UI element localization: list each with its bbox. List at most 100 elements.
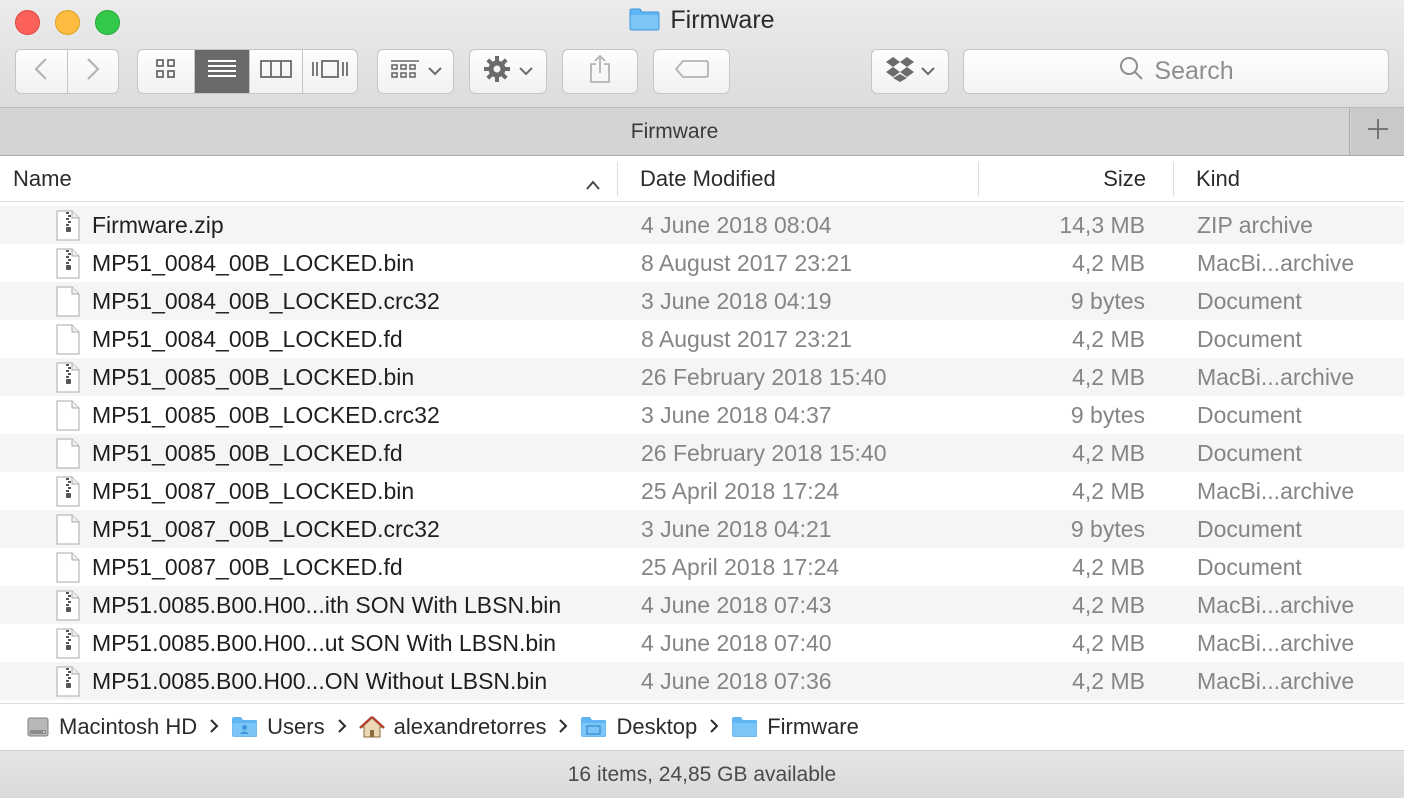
search-icon bbox=[1118, 55, 1154, 88]
status-bar: 16 items, 24,85 GB available bbox=[0, 751, 1404, 798]
file-row[interactable]: MP51_0085_00B_LOCKED.crc32 3 June 2018 04… bbox=[0, 396, 1404, 434]
finder-window: Firmware Search Firmware Name Date Modif… bbox=[0, 0, 1404, 798]
tag-button[interactable] bbox=[653, 49, 730, 94]
dropbox-icon bbox=[885, 56, 915, 87]
path-item-label: alexandretorres bbox=[393, 714, 547, 739]
zip-file-icon bbox=[56, 666, 80, 708]
file-kind: MacBi...archive bbox=[1197, 364, 1355, 390]
share-icon bbox=[588, 54, 612, 89]
path-item-firmware[interactable]: Firmware bbox=[731, 714, 859, 740]
chevron-down-icon bbox=[519, 63, 533, 81]
file-kind: Document bbox=[1197, 402, 1302, 428]
file-name: MP51_0085_00B_LOCKED.bin bbox=[92, 364, 415, 390]
share-button[interactable] bbox=[562, 49, 638, 94]
action-button[interactable] bbox=[469, 49, 547, 94]
file-name: MP51.0085.B00.H00...ON Without LBSN.bin bbox=[92, 668, 548, 694]
file-size: 9 bytes bbox=[1070, 402, 1145, 428]
chevron-right-icon bbox=[337, 716, 347, 739]
file-kind: Document bbox=[1197, 288, 1302, 314]
path-item-macintosh-hd[interactable]: Macintosh HD bbox=[26, 714, 197, 740]
file-row[interactable]: MP51_0084_00B_LOCKED.fd 8 August 2017 23:… bbox=[0, 320, 1404, 358]
file-row[interactable]: MP51_0084_00B_LOCKED.bin 8 August 2017 23… bbox=[0, 244, 1404, 282]
tag-icon bbox=[674, 59, 710, 84]
file-kind: MacBi...archive bbox=[1197, 478, 1355, 504]
column-divider bbox=[617, 162, 618, 196]
file-size: 4,2 MB bbox=[1072, 554, 1145, 580]
file-list: Firmware.zip 4 June 2018 08:04 14,3 MB ZIP … bbox=[0, 206, 1404, 700]
file-row[interactable]: MP51_0084_00B_LOCKED.crc32 3 June 2018 04… bbox=[0, 282, 1404, 320]
file-row[interactable]: MP51.0085.B00.H00...ON Without LBSN.bin 4… bbox=[0, 662, 1404, 700]
cover-flow-button[interactable] bbox=[303, 50, 358, 93]
file-name: MP51_0087_00B_LOCKED.bin bbox=[92, 478, 415, 504]
file-size: 4,2 MB bbox=[1072, 592, 1145, 618]
file-kind: ZIP archive bbox=[1197, 212, 1313, 238]
file-size: 4,2 MB bbox=[1072, 478, 1145, 504]
file-size: 4,2 MB bbox=[1072, 630, 1145, 656]
tab-firmware[interactable]: Firmware bbox=[0, 108, 1350, 155]
path-bar: Macintosh HD Users alexandretorres Desktop F… bbox=[0, 703, 1404, 751]
file-date-modified: 26 February 2018 15:40 bbox=[641, 440, 887, 466]
column-header-size[interactable]: Size bbox=[1000, 156, 1146, 201]
column-header-name[interactable]: Name bbox=[13, 156, 72, 201]
file-date-modified: 4 June 2018 08:04 bbox=[641, 212, 832, 238]
path-item-label: Firmware bbox=[767, 714, 859, 739]
path-item-users[interactable]: Users bbox=[231, 714, 325, 740]
file-date-modified: 8 August 2017 23:21 bbox=[641, 326, 853, 352]
chevron-right-icon bbox=[709, 716, 719, 739]
file-row[interactable]: MP51_0087_00B_LOCKED.bin 25 April 2018 17… bbox=[0, 472, 1404, 510]
file-date-modified: 3 June 2018 04:21 bbox=[641, 516, 832, 542]
back-button[interactable] bbox=[16, 50, 68, 93]
file-name: MP51_0084_00B_LOCKED.bin bbox=[92, 250, 415, 276]
list-view-button[interactable] bbox=[195, 50, 250, 93]
group-by-button[interactable] bbox=[377, 49, 454, 94]
path-item-alexandretorres[interactable]: alexandretorres bbox=[358, 714, 547, 740]
toolbar: Firmware Search bbox=[0, 0, 1404, 108]
chevron-right-icon bbox=[209, 716, 219, 739]
search-field[interactable]: Search bbox=[963, 49, 1389, 94]
column-header-row: Name Date Modified Size Kind bbox=[0, 156, 1404, 202]
file-size: 4,2 MB bbox=[1072, 250, 1145, 276]
file-date-modified: 25 April 2018 17:24 bbox=[641, 554, 840, 580]
column-header-date-modified[interactable]: Date Modified bbox=[640, 156, 776, 201]
new-tab-button[interactable] bbox=[1351, 108, 1404, 155]
icon-view-button[interactable] bbox=[138, 50, 196, 93]
file-row[interactable]: MP51_0087_00B_LOCKED.fd 25 April 2018 17:… bbox=[0, 548, 1404, 586]
file-size: 4,2 MB bbox=[1072, 440, 1145, 466]
folder-icon bbox=[629, 7, 660, 38]
file-name: MP51_0084_00B_LOCKED.crc32 bbox=[92, 288, 440, 314]
file-row[interactable]: MP51_0085_00B_LOCKED.fd 26 February 2018 … bbox=[0, 434, 1404, 472]
path-item-label: Desktop bbox=[616, 714, 698, 739]
hard-drive-icon bbox=[26, 715, 50, 739]
file-date-modified: 4 June 2018 07:36 bbox=[641, 668, 832, 694]
tab-bar: Firmware bbox=[0, 108, 1404, 156]
file-row[interactable]: MP51.0085.B00.H00...ith SON With LBSN.bi… bbox=[0, 586, 1404, 624]
file-name: Firmware.zip bbox=[92, 212, 224, 238]
column-divider bbox=[978, 162, 979, 196]
window-title: Firmware bbox=[0, 6, 1404, 38]
back-icon bbox=[34, 57, 48, 86]
file-name: MP51.0085.B00.H00...ith SON With LBSN.bi… bbox=[92, 592, 562, 618]
file-size: 4,2 MB bbox=[1072, 668, 1145, 694]
file-date-modified: 25 April 2018 17:24 bbox=[641, 478, 840, 504]
dropbox-button[interactable] bbox=[871, 49, 949, 94]
sort-ascending-icon bbox=[585, 171, 601, 197]
column-header-kind[interactable]: Kind bbox=[1196, 156, 1240, 201]
file-kind: Document bbox=[1197, 326, 1302, 352]
column-divider bbox=[1173, 162, 1174, 196]
file-kind: MacBi...archive bbox=[1197, 250, 1355, 276]
path-item-desktop[interactable]: Desktop bbox=[580, 714, 697, 740]
file-kind: MacBi...archive bbox=[1197, 630, 1355, 656]
forward-button[interactable] bbox=[68, 50, 119, 93]
file-row[interactable]: Firmware.zip 4 June 2018 08:04 14,3 MB ZIP … bbox=[0, 206, 1404, 244]
back-forward-control bbox=[15, 49, 119, 94]
file-row[interactable]: MP51_0085_00B_LOCKED.bin 26 February 2018… bbox=[0, 358, 1404, 396]
file-date-modified: 4 June 2018 07:40 bbox=[641, 630, 832, 656]
column-view-button[interactable] bbox=[250, 50, 303, 93]
search-placeholder: Search bbox=[1154, 57, 1234, 85]
file-row[interactable]: MP51.0085.B00.H00...ut SON With LBSN.bin… bbox=[0, 624, 1404, 662]
file-kind: Document bbox=[1197, 440, 1302, 466]
icon-view-icon bbox=[155, 58, 177, 85]
file-name: MP51_0085_00B_LOCKED.fd bbox=[92, 440, 403, 466]
home-icon bbox=[358, 715, 385, 739]
file-row[interactable]: MP51_0087_00B_LOCKED.crc32 3 June 2018 04… bbox=[0, 510, 1404, 548]
